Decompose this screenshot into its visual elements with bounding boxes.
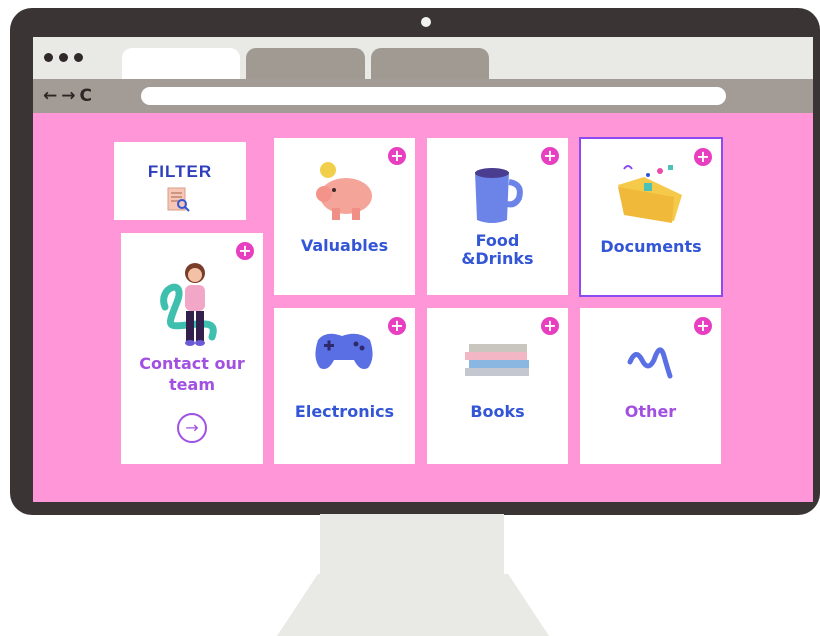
search-icon (167, 187, 190, 212)
browser-tab[interactable] (371, 48, 489, 79)
monitor-stand-neck (320, 514, 504, 574)
gamepad-icon (315, 333, 373, 369)
category-card-documents[interactable]: + Documents (579, 137, 723, 297)
contact-card[interactable]: + Contact our team → (121, 233, 263, 464)
category-label-valuables: Valuables (300, 236, 389, 255)
monitor-frame: ← → C FILTER + Contact our team → + Valu… (10, 8, 820, 515)
browser-tab[interactable] (246, 48, 365, 79)
mug-icon (475, 168, 523, 223)
browser-tab-active[interactable] (122, 48, 240, 79)
add-button[interactable]: + (541, 317, 559, 335)
category-label-food-line2: &Drinks (461, 249, 534, 268)
add-button[interactable]: + (694, 317, 712, 335)
camera-dot (421, 17, 431, 27)
category-label-other: Other (624, 402, 677, 421)
contact-label-line1: Contact our (139, 354, 245, 373)
arrow-right-icon[interactable]: → (177, 413, 207, 443)
add-button[interactable]: + (388, 147, 406, 165)
reload-icon[interactable]: C (80, 85, 92, 107)
books-icon (465, 344, 529, 376)
filter-card[interactable]: FILTER (114, 142, 246, 220)
window-dot-icon[interactable] (44, 53, 53, 62)
window-dot-icon[interactable] (59, 53, 68, 62)
filter-title: FILTER (147, 162, 213, 181)
browser-tab-bar (33, 37, 813, 79)
piggy-bank-icon (316, 162, 372, 220)
forward-arrow-icon[interactable]: → (61, 85, 75, 107)
add-button[interactable]: + (236, 242, 254, 260)
person-icon (160, 263, 217, 346)
category-label-food-line1: Food (475, 231, 520, 250)
category-label-documents: Documents (600, 237, 702, 256)
category-label-electronics: Electronics (294, 402, 395, 421)
add-button[interactable]: + (694, 148, 712, 166)
window-dot-icon[interactable] (74, 53, 83, 62)
window-controls (44, 53, 83, 62)
contact-label-line2: team (169, 375, 215, 394)
nav-buttons: ← → C (43, 85, 92, 107)
category-card-food-drinks[interactable]: + Food &Drinks (427, 138, 568, 295)
add-button[interactable]: + (541, 147, 559, 165)
browser-nav-bar: ← → C (33, 79, 813, 113)
category-label-books: Books (470, 402, 525, 421)
screen: ← → C FILTER + Contact our team → + Valu… (33, 37, 813, 502)
add-button[interactable]: + (388, 317, 406, 335)
category-card-valuables[interactable]: + Valuables (274, 138, 415, 295)
back-arrow-icon[interactable]: ← (43, 85, 57, 107)
squiggle-icon (627, 347, 673, 379)
folder-icon (618, 165, 682, 223)
category-card-other[interactable]: + Other (580, 308, 721, 464)
category-card-books[interactable]: + Books (427, 308, 568, 464)
address-bar[interactable] (141, 87, 726, 105)
category-card-electronics[interactable]: + Electronics (274, 308, 415, 464)
monitor-stand-base (277, 574, 549, 636)
